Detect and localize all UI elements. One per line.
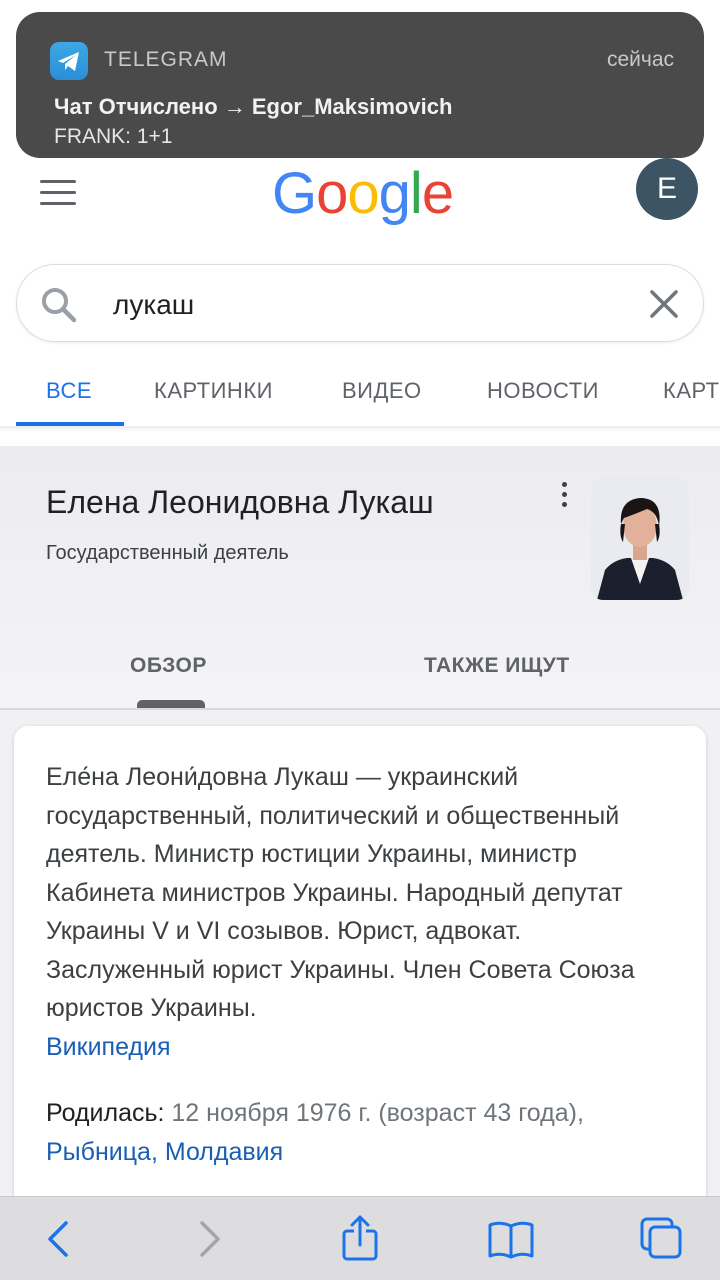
- entity-name: Елена Леонидовна Лукаш: [46, 484, 434, 520]
- summary-text: Еле́на Леони́довна Лукаш — украинский го…: [46, 758, 686, 1066]
- browser-toolbar: [0, 1196, 720, 1280]
- search-box[interactable]: лукаш: [16, 264, 704, 342]
- summary-card: Еле́на Леони́довна Лукаш — украинский го…: [14, 726, 706, 1246]
- entity-photo[interactable]: [591, 478, 689, 600]
- back-icon[interactable]: [36, 1215, 86, 1263]
- logo-letter: l: [409, 161, 423, 226]
- more-options-icon[interactable]: [556, 482, 572, 512]
- notification-title: Чат Отчислено → Egor_Maksimovich: [54, 94, 453, 119]
- tab-images[interactable]: КАРТИНКИ: [154, 378, 273, 404]
- logo-letter: G: [272, 161, 317, 226]
- telegram-icon: [50, 42, 88, 80]
- forward-icon[interactable]: [184, 1215, 234, 1263]
- notification-app-name: TELEGRAM: [104, 48, 228, 71]
- logo-letter: o: [347, 161, 379, 226]
- clear-icon[interactable]: [647, 287, 681, 321]
- account-avatar[interactable]: E: [636, 158, 698, 220]
- tab-all[interactable]: ВСЕ: [46, 378, 92, 404]
- tab-news[interactable]: НОВОСТИ: [487, 378, 599, 404]
- born-value: 12 ноября 1976 г. (возраст 43 года),: [171, 1099, 584, 1127]
- share-icon[interactable]: [335, 1215, 385, 1263]
- tabs-divider: [0, 426, 720, 432]
- menu-icon[interactable]: [40, 180, 76, 206]
- born-place-link[interactable]: Рыбница, Молдавия: [46, 1138, 283, 1166]
- logo-letter: e: [421, 161, 454, 226]
- notification-time: сейчас: [606, 48, 674, 71]
- tab-also-searched[interactable]: ТАКЖЕ ИЩУТ: [424, 654, 570, 678]
- notification-banner[interactable]: TELEGRAM сейчас Чат Отчислено → Egor_Mak…: [16, 12, 704, 158]
- born-label: Родилась:: [46, 1099, 165, 1127]
- tabs-icon[interactable]: [636, 1215, 686, 1263]
- wikipedia-link[interactable]: Википедия: [46, 1033, 171, 1061]
- tab-maps[interactable]: КАРТ: [663, 378, 720, 404]
- entity-description: Государственный деятель: [46, 542, 289, 564]
- search-tabs: ВСЕ КАРТИНКИ ВИДЕО НОВОСТИ КАРТ: [0, 360, 720, 426]
- search-icon[interactable]: [39, 285, 79, 325]
- knowledge-panel-header: Елена Леонидовна Лукаш Государственный д…: [0, 446, 720, 710]
- search-input[interactable]: лукаш: [113, 289, 194, 321]
- notification-body: FRANK: 1+1: [54, 125, 173, 148]
- bookmarks-icon[interactable]: [486, 1215, 536, 1263]
- logo-letter: o: [316, 161, 348, 226]
- logo-letter: g: [378, 161, 411, 226]
- tab-video[interactable]: ВИДЕО: [342, 378, 422, 404]
- google-logo[interactable]: Google: [272, 160, 454, 227]
- born-fact: Родилась: 12 ноября 1976 г. (возраст 43 …: [46, 1094, 686, 1171]
- summary-body: Еле́на Леони́довна Лукаш — украинский го…: [46, 763, 635, 1022]
- tab-overview[interactable]: ОБЗОР: [130, 654, 207, 678]
